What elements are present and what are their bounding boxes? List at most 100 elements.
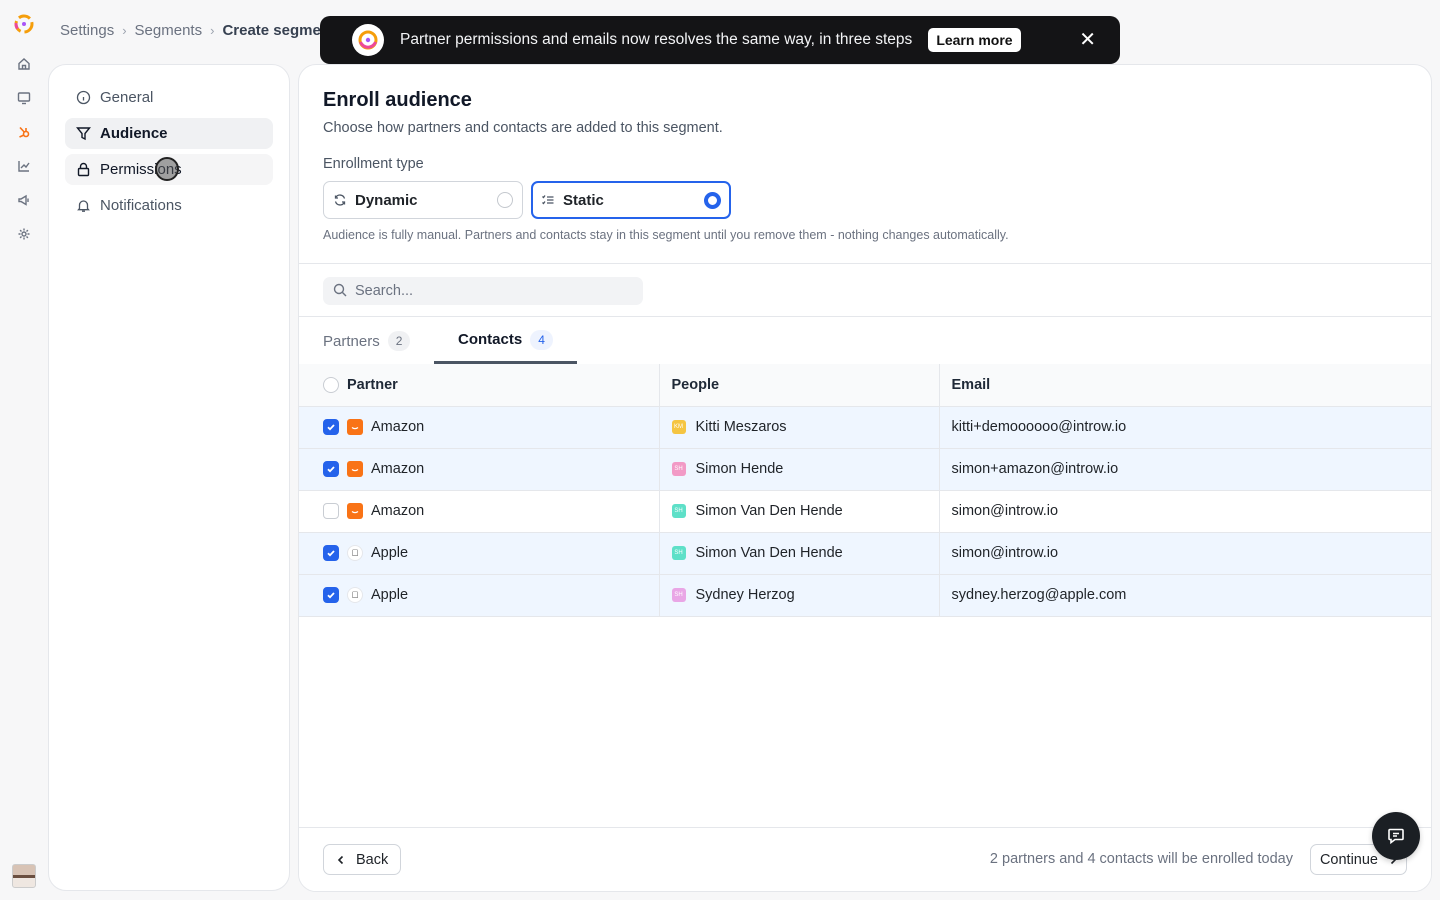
search-input[interactable]: [355, 283, 625, 299]
apple-icon: : [347, 587, 363, 603]
table-row[interactable]: Amazon KM Kitti Meszaros kitti+demoooooo…: [299, 406, 1431, 449]
app-logo-icon[interactable]: [12, 12, 36, 36]
settings-nav: General Audience Permissions Notificatio…: [48, 64, 290, 891]
tab-label: Partners: [323, 332, 380, 350]
nav-item-label: Audience: [100, 125, 168, 142]
mouse-cursor: [155, 157, 179, 181]
chart-icon[interactable]: [12, 154, 36, 178]
nav-item-general[interactable]: General: [65, 82, 273, 113]
partner-name: Apple: [371, 545, 409, 561]
search-box[interactable]: [323, 277, 643, 305]
option-static[interactable]: Static: [531, 181, 731, 219]
row-checkbox[interactable]: [323, 545, 339, 561]
list-icon: [541, 193, 555, 207]
cell-person: SH Simon Van Den Hende: [659, 490, 940, 533]
breadcrumb-settings[interactable]: Settings: [60, 22, 114, 39]
page-subtitle: Choose how partners and contacts are add…: [323, 120, 723, 136]
tab-label: Contacts: [458, 331, 523, 348]
table-row[interactable]:  Apple SH Simon Van Den Hende simon@int…: [299, 532, 1431, 575]
app-logo-icon: [352, 24, 384, 56]
person-avatar: SH: [671, 546, 686, 560]
back-button[interactable]: Back: [323, 844, 402, 875]
radio-static[interactable]: [704, 191, 721, 209]
close-icon[interactable]: ✕: [1079, 30, 1096, 50]
option-dynamic[interactable]: Dynamic: [323, 181, 523, 219]
breadcrumb-segments[interactable]: Segments: [135, 22, 203, 39]
table-row[interactable]: Amazon SH Simon Hende simon+amazon@intro…: [299, 448, 1431, 491]
learn-more-button[interactable]: Learn more: [928, 28, 1021, 52]
nav-item-label: General: [100, 89, 154, 106]
monitor-icon[interactable]: [12, 86, 36, 110]
person-name: Sydney Herzog: [695, 587, 795, 603]
tab-partners[interactable]: Partners 2: [323, 318, 411, 364]
partner-name: Amazon: [371, 419, 425, 435]
partner-name: Apple: [371, 587, 409, 603]
radio-dynamic[interactable]: [497, 192, 513, 208]
chevron-left-icon: [336, 855, 346, 865]
partner-name: Amazon: [371, 461, 425, 477]
cell-person: SH Simon Hende: [659, 448, 940, 491]
cell-email: simon@introw.io: [939, 490, 1431, 533]
nav-item-audience[interactable]: Audience: [65, 118, 273, 149]
cell-partner:  Apple: [299, 574, 660, 617]
partner-name: Amazon: [371, 503, 425, 519]
cell-partner: Amazon: [299, 406, 660, 449]
column-header-partner: Partner: [299, 364, 660, 407]
option-label: Static: [563, 191, 604, 209]
cell-partner:  Apple: [299, 532, 660, 575]
megaphone-icon[interactable]: [12, 188, 36, 212]
bell-icon: [75, 198, 91, 214]
divider: [299, 316, 1431, 317]
user-avatar[interactable]: [12, 864, 36, 888]
audience-tabs: Partners 2 Contacts 4: [299, 318, 1431, 364]
person-name: Simon Van Den Hende: [695, 545, 843, 561]
refresh-icon: [333, 193, 347, 207]
row-checkbox[interactable]: [323, 587, 339, 603]
footer-bar: Back 2 partners and 4 contacts will be e…: [299, 827, 1431, 891]
person-avatar: SH: [671, 462, 686, 476]
breadcrumb: Settings › Segments › Create segment: [60, 22, 335, 39]
table-row[interactable]:  Apple SH Sydney Herzog sydney.herzog@a…: [299, 574, 1431, 617]
column-header-people: People: [659, 364, 940, 407]
home-icon[interactable]: [12, 52, 36, 76]
select-all-checkbox[interactable]: [323, 376, 339, 393]
enrollment-summary: 2 partners and 4 contacts will be enroll…: [989, 851, 1293, 867]
gear-icon[interactable]: [12, 222, 36, 246]
column-header-email: Email: [939, 364, 1431, 407]
person-name: Simon Van Den Hende: [695, 503, 843, 519]
tab-contacts[interactable]: Contacts 4: [434, 318, 577, 364]
amazon-icon: [347, 419, 363, 435]
left-rail: [0, 0, 48, 900]
tab-count-badge: 4: [530, 329, 553, 350]
cell-person: SH Simon Van Den Hende: [659, 532, 940, 575]
person-name: Kitti Meszaros: [695, 419, 787, 435]
person-avatar: SH: [671, 588, 686, 602]
cell-partner: Amazon: [299, 490, 660, 533]
table-header: Partner People Email: [299, 364, 1431, 407]
hubspot-icon[interactable]: [12, 120, 36, 144]
chevron-right-icon: ›: [210, 23, 215, 38]
nav-item-permissions[interactable]: Permissions: [65, 154, 273, 185]
enrollment-type-label: Enrollment type: [323, 156, 424, 172]
person-avatar: KM: [671, 420, 686, 434]
cell-person: SH Sydney Herzog: [659, 574, 940, 617]
person-avatar: SH: [671, 504, 686, 518]
chat-icon[interactable]: [1372, 812, 1420, 860]
enroll-audience-panel: Enroll audience Choose how partners and …: [298, 64, 1432, 892]
row-checkbox[interactable]: [323, 503, 339, 519]
enrollment-hint: Audience is fully manual. Partners and c…: [323, 228, 1009, 242]
cell-partner: Amazon: [299, 448, 660, 491]
row-checkbox[interactable]: [323, 461, 339, 477]
amazon-icon: [347, 503, 363, 519]
banner-text: Partner permissions and emails now resol…: [400, 31, 913, 48]
table-row[interactable]: Amazon SH Simon Van Den Hende simon@intr…: [299, 490, 1431, 533]
row-checkbox[interactable]: [323, 419, 339, 435]
lock-icon: [75, 162, 91, 178]
tab-count-badge: 2: [387, 331, 411, 351]
back-label: Back: [356, 851, 389, 868]
nav-item-notifications[interactable]: Notifications: [65, 190, 273, 221]
nav-item-label: Notifications: [100, 197, 182, 214]
column-label: Partner: [347, 376, 398, 393]
cell-email: simon+amazon@introw.io: [939, 448, 1431, 491]
cell-email: sydney.herzog@apple.com: [939, 574, 1431, 617]
